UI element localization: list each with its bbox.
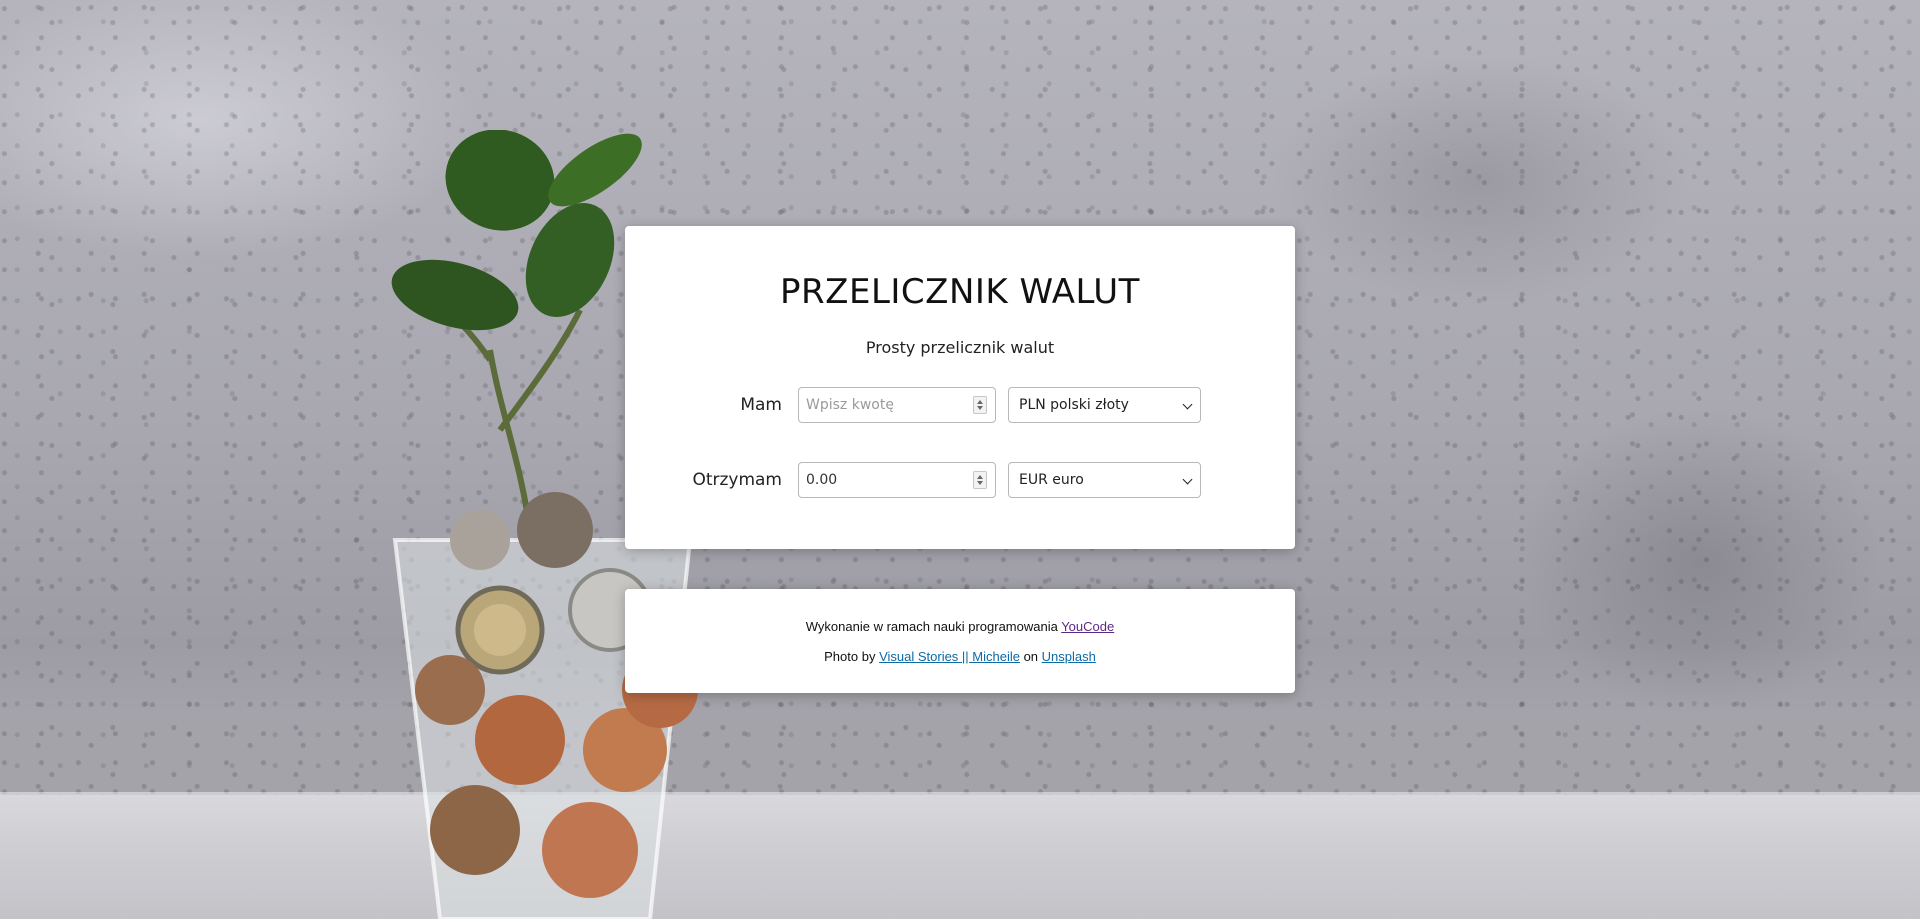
get-label: Otrzymam	[692, 470, 782, 490]
youcode-link[interactable]: YouCode	[1061, 619, 1114, 634]
get-currency-select[interactable]: EUR euro	[1008, 462, 1201, 498]
spin-up-icon[interactable]	[977, 400, 983, 404]
get-row: Otrzymam EUR euro	[625, 462, 1295, 498]
have-currency-value: PLN polski złoty	[1019, 397, 1129, 413]
chevron-down-icon	[1182, 474, 1193, 485]
footer-photo-line: Photo by Visual Stories || Micheile on U…	[625, 649, 1295, 664]
marble-table	[0, 795, 1920, 919]
have-currency-select[interactable]: PLN polski złoty	[1008, 387, 1201, 423]
photo-by-text: Photo by	[824, 649, 880, 664]
footer-card: Wykonanie w ramach nauki programowania Y…	[625, 589, 1295, 693]
converter-card: PRZELICZNIK WALUT Prosty przelicznik wal…	[625, 226, 1295, 549]
footer-credit-text: Wykonanie w ramach nauki programowania	[805, 619, 1062, 634]
spin-up-icon[interactable]	[977, 475, 983, 479]
page-subtitle: Prosty przelicznik walut	[865, 338, 1055, 357]
chevron-down-icon	[1182, 399, 1193, 410]
unsplash-link[interactable]: Unsplash	[1042, 649, 1096, 664]
footer-credit-line: Wykonanie w ramach nauki programowania Y…	[625, 619, 1295, 634]
photo-on-text: on	[1019, 649, 1042, 664]
page-title: PRZELICZNIK WALUT	[780, 272, 1140, 312]
get-amount-input[interactable]	[798, 462, 996, 498]
photo-author-link[interactable]: Visual Stories || Micheile	[879, 649, 1020, 664]
get-amount-spinner-icon[interactable]	[973, 471, 987, 489]
have-amount-spinner-icon[interactable]	[973, 396, 987, 414]
spin-down-icon[interactable]	[977, 481, 983, 485]
spin-down-icon[interactable]	[977, 406, 983, 410]
have-label: Mam	[740, 395, 782, 415]
get-currency-value: EUR euro	[1019, 472, 1084, 488]
have-row: Mam PLN polski złoty	[625, 387, 1295, 423]
have-amount-input[interactable]	[798, 387, 996, 423]
